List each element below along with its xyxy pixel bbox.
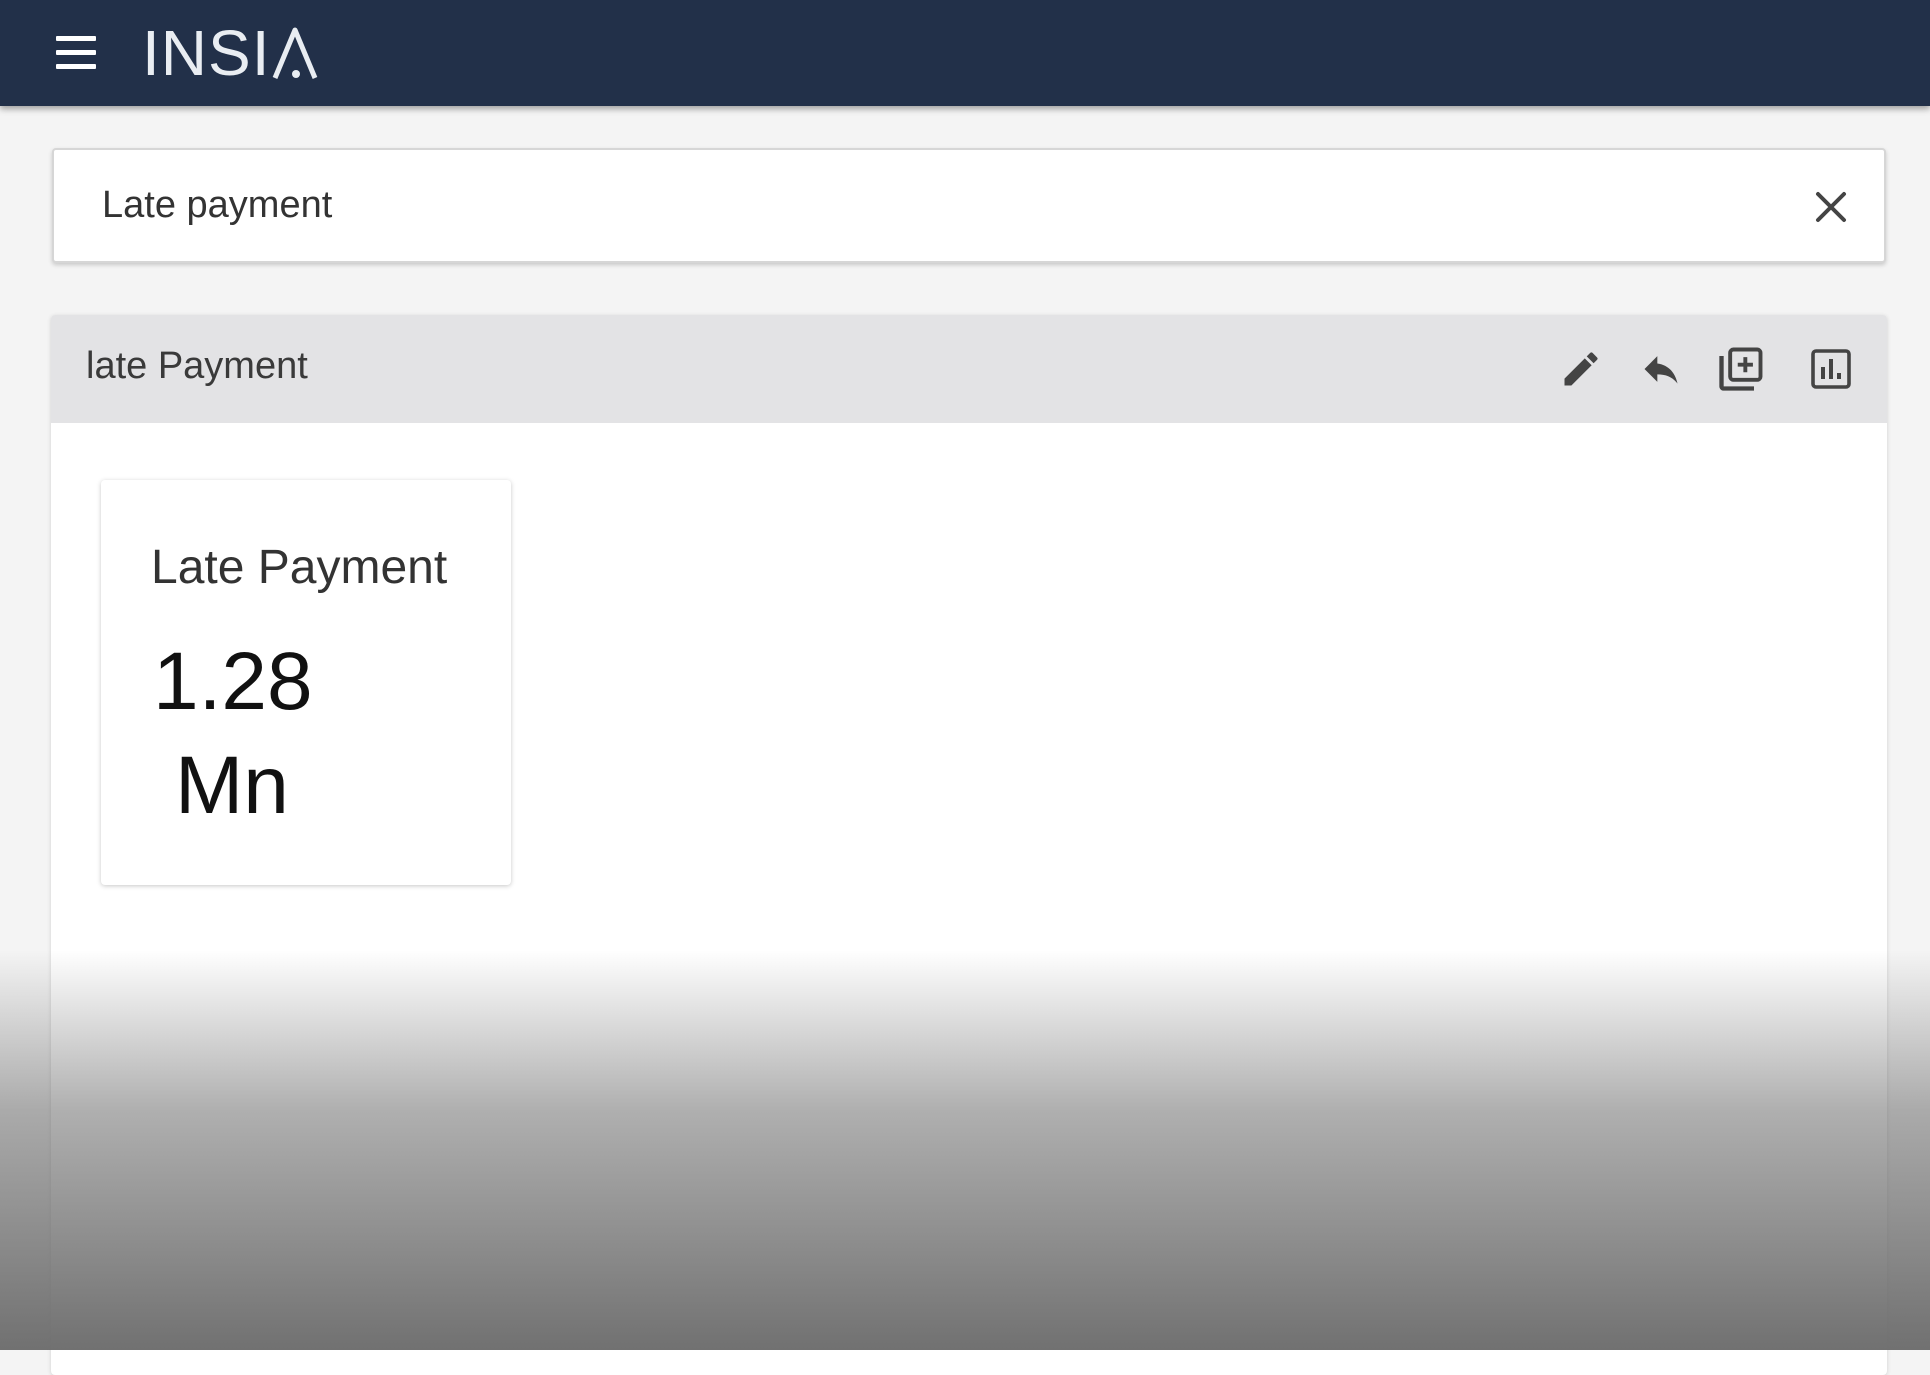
panel-header: late Payment: [51, 315, 1887, 423]
menu-line: [56, 64, 96, 69]
insia-a-glyph-icon: [273, 27, 318, 79]
pencil-icon: [1564, 352, 1598, 386]
brand-name: INSI: [142, 17, 271, 89]
reply-arrow-icon: [1644, 356, 1678, 384]
menu-line: [56, 50, 96, 55]
clear-search-button[interactable]: [1808, 184, 1854, 230]
edit-button[interactable]: [1553, 341, 1609, 397]
kpi-unit: Mn: [175, 740, 289, 831]
kpi-number: 1.28: [153, 636, 313, 727]
close-icon: [1816, 192, 1846, 222]
kpi-card[interactable]: Late Payment 1.28 Mn: [101, 480, 511, 885]
add-to-dashboard-button[interactable]: [1713, 341, 1769, 397]
result-panel: late Payment Late Payment 1.28 Mn: [51, 315, 1887, 1375]
panel-title: late Payment: [86, 345, 308, 387]
hamburger-menu-button[interactable]: [50, 30, 104, 76]
app-header: INSI: [0, 0, 1930, 106]
insia-logo[interactable]: INSI: [142, 18, 318, 88]
reply-button[interactable]: [1633, 341, 1689, 397]
search-bar[interactable]: [52, 148, 1886, 263]
library-add-icon: [1719, 347, 1763, 391]
chart-view-button[interactable]: [1803, 341, 1859, 397]
bar-chart-icon: [1811, 349, 1851, 389]
search-input[interactable]: [100, 172, 1754, 238]
kpi-value: 1.28 Mn: [153, 630, 313, 838]
kpi-label: Late Payment: [151, 541, 448, 594]
menu-line: [56, 36, 96, 41]
